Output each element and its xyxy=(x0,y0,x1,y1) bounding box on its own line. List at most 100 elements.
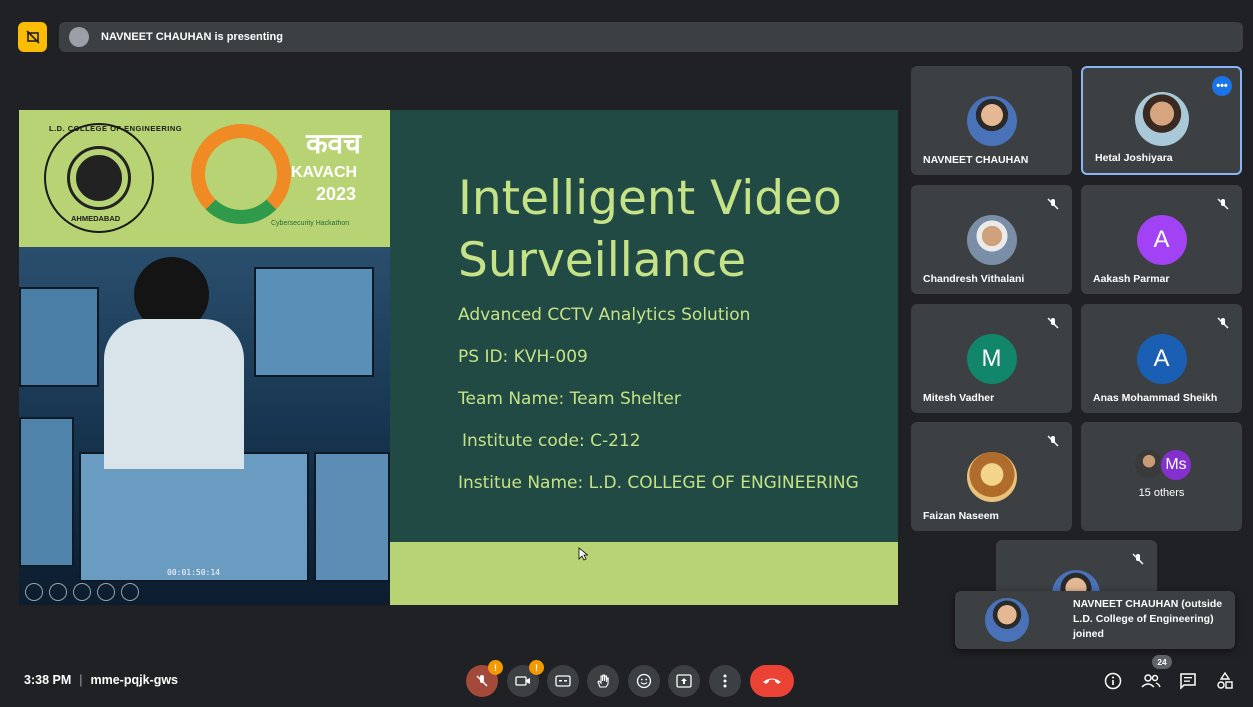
slide-right-panel: Intelligent Video Surveillance Advanced … xyxy=(390,110,898,542)
avatar xyxy=(966,215,1017,265)
participant-tile[interactable]: Chandresh Vithalani xyxy=(911,185,1072,294)
avatar xyxy=(966,452,1017,502)
clock-time: 3:38 PM xyxy=(24,673,72,687)
warning-badge: ! xyxy=(529,660,544,675)
avatar xyxy=(1134,92,1189,146)
participant-name: Anas Mohammad Sheikh xyxy=(1093,392,1218,404)
slide-subtitle: Advanced CCTV Analytics Solution xyxy=(458,305,751,325)
raise-hand-button[interactable] xyxy=(587,665,619,697)
participant-name: Faizan Naseem xyxy=(923,510,999,522)
activities-icon xyxy=(1217,672,1233,689)
others-label: 15 others xyxy=(1138,487,1185,499)
mic-off-icon xyxy=(1047,317,1059,329)
mic-off-icon xyxy=(1217,317,1229,329)
video-controls xyxy=(25,583,139,601)
presenting-bar: NAVNEET CHAUHAN is presenting xyxy=(59,22,1243,52)
monitor xyxy=(314,452,390,582)
present-screen-icon xyxy=(676,674,692,688)
monitor xyxy=(254,267,374,377)
copy-icon[interactable] xyxy=(73,583,91,601)
avatar: A xyxy=(1136,215,1187,265)
slide-ps-id: PS ID: KVH-009 xyxy=(458,347,588,367)
others-tile[interactable]: Ms 15 others xyxy=(1081,422,1242,531)
captions-icon xyxy=(555,675,571,687)
slide-institute-code: Institute code: C-212 xyxy=(462,431,641,451)
meeting-info: 3:38 PM | mme-pqjk-gws xyxy=(24,673,178,687)
microphone-button[interactable]: ! xyxy=(466,660,503,697)
avatar: M xyxy=(966,334,1017,384)
pin-off-icon[interactable] xyxy=(18,22,47,52)
mic-off-icon xyxy=(1047,198,1059,210)
slide-bottom-band xyxy=(390,542,898,605)
captions-button[interactable] xyxy=(547,665,579,697)
monitor-wall xyxy=(79,452,309,582)
mic-off-icon xyxy=(476,675,488,687)
participant-name: Aakash Parmar xyxy=(1093,273,1170,285)
divider: | xyxy=(79,673,83,687)
emoji-icon xyxy=(636,673,652,689)
college-logo-city: AHMEDABAD xyxy=(71,214,121,223)
more-icon[interactable] xyxy=(121,583,139,601)
people-icon xyxy=(1141,674,1161,688)
reactions-button[interactable] xyxy=(628,665,660,697)
participant-tile[interactable]: Faizan Naseem xyxy=(911,422,1072,531)
activities-button[interactable] xyxy=(1214,670,1236,692)
kavach-name: KAVACH xyxy=(291,164,358,181)
edit-icon[interactable] xyxy=(49,583,67,601)
hang-up-icon xyxy=(763,678,781,684)
logo-band: L.D. COLLEGE OF ENGINEERING AHMEDABAD कव… xyxy=(19,110,390,247)
participant-name: Mitesh Vadher xyxy=(923,392,995,404)
slide-institute-name: Institue Name: L.D. COLLEGE OF ENGINEERI… xyxy=(458,473,859,493)
chat-icon xyxy=(1180,673,1196,690)
people-button[interactable] xyxy=(1140,670,1162,692)
mouse-cursor-icon xyxy=(578,547,588,561)
meeting-code: mme-pqjk-gws xyxy=(90,673,179,687)
meeting-details-button[interactable] xyxy=(1102,670,1124,692)
present-button[interactable] xyxy=(668,665,700,697)
slide-team-name: Team Name: Team Shelter xyxy=(458,389,681,409)
college-logo-text: L.D. COLLEGE OF ENGINEERING xyxy=(49,124,183,133)
hand-icon xyxy=(597,674,609,688)
zoom-icon[interactable] xyxy=(97,583,115,601)
camera-button[interactable]: ! xyxy=(507,660,544,697)
video-timestamp: 00:01:50:14 xyxy=(167,568,220,577)
others-avatars: Ms xyxy=(1133,448,1203,482)
mic-off-icon xyxy=(1132,553,1144,565)
avatar: A xyxy=(1136,334,1187,384)
kavach-emblem xyxy=(191,124,291,224)
kavach-hindi: कवच xyxy=(306,128,361,159)
join-notification-text: NAVNEET CHAUHAN (outside L.D. College of… xyxy=(1073,598,1223,640)
info-icon xyxy=(1104,672,1122,690)
participant-name: NAVNEET CHAUHAN xyxy=(923,154,1029,166)
monitor xyxy=(19,287,99,387)
chat-button[interactable] xyxy=(1177,670,1199,692)
kavach-logo: कवच KAVACH 2023 Cybersecurity Hackathon xyxy=(191,124,371,234)
more-options-button[interactable]: ••• xyxy=(1212,76,1232,96)
participant-tile-active[interactable]: ••• Hetal Joshiyara xyxy=(1081,66,1242,175)
avatar xyxy=(966,96,1017,146)
monitor xyxy=(19,417,74,567)
slide-left-panel: L.D. COLLEGE OF ENGINEERING AHMEDABAD कव… xyxy=(19,110,390,605)
presenter-avatar xyxy=(69,27,89,47)
join-notification: NAVNEET CHAUHAN (outside L.D. College of… xyxy=(955,591,1235,649)
leave-call-button[interactable] xyxy=(750,665,794,697)
participant-tile[interactable]: A Anas Mohammad Sheikh xyxy=(1081,304,1242,413)
slide-title: Intelligent Video Surveillance xyxy=(458,171,842,288)
presenting-banner: NAVNEET CHAUHAN is presenting xyxy=(18,22,1243,52)
participant-count-badge: 24 xyxy=(1152,655,1172,669)
cctv-photo: 00:01:50:14 xyxy=(19,247,390,605)
more-options-button[interactable] xyxy=(709,665,741,697)
presentation-slide: L.D. COLLEGE OF ENGINEERING AHMEDABAD कव… xyxy=(19,110,898,605)
presenter-text: NAVNEET CHAUHAN is presenting xyxy=(101,31,283,43)
avatar: Ms xyxy=(1159,448,1193,482)
more-vert-icon xyxy=(723,674,727,688)
camera-off-icon xyxy=(515,676,530,686)
participant-tile[interactable]: A Aakash Parmar xyxy=(1081,185,1242,294)
mic-off-icon xyxy=(1047,435,1059,447)
participant-tile[interactable]: NAVNEET CHAUHAN xyxy=(911,66,1072,175)
play-icon[interactable] xyxy=(25,583,43,601)
kavach-year: 2023 xyxy=(316,184,357,204)
mic-off-icon xyxy=(1217,198,1229,210)
participant-tile[interactable]: M Mitesh Vadher xyxy=(911,304,1072,413)
operator-body xyxy=(104,319,244,469)
